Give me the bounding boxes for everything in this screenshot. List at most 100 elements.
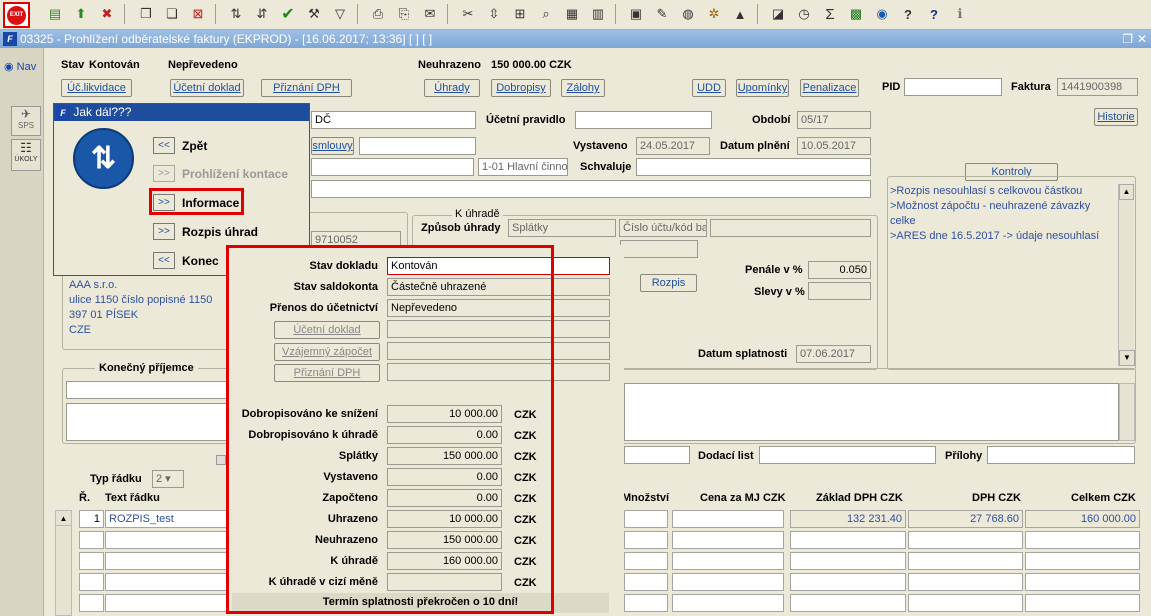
cell-r[interactable] [79, 594, 104, 612]
cell-celkem[interactable]: 160 000.00 [1025, 510, 1140, 528]
calendar-icon[interactable]: ▣ [626, 4, 646, 24]
sort-desc-icon[interactable]: ⇵ [252, 4, 272, 24]
table-icon[interactable]: ▦ [562, 4, 582, 24]
cell-mnozstvi[interactable] [624, 573, 668, 591]
delete-icon[interactable]: ✖ [97, 4, 117, 24]
cell-celkem[interactable] [1025, 531, 1140, 549]
cell-r[interactable]: 1 [79, 510, 104, 528]
restore-icon[interactable]: ❐ [1122, 30, 1133, 48]
sort-asc-icon[interactable]: ⇅ [226, 4, 246, 24]
help-icon[interactable]: ? [898, 4, 918, 24]
faktura-field[interactable]: 1441900398 [1057, 78, 1138, 96]
wheel-icon[interactable]: ✲ [704, 4, 724, 24]
upominky-button[interactable]: Upomínky [736, 79, 789, 97]
scroll-up-icon[interactable]: ▲ [56, 511, 71, 526]
penalizace-button[interactable]: Penalizace [800, 79, 859, 97]
cell-r[interactable] [79, 552, 104, 570]
zpet-button[interactable]: << [153, 137, 175, 154]
obdobi-field[interactable]: 05/17 [797, 111, 871, 129]
variabilni-symbol-field[interactable] [620, 240, 698, 258]
poznamka-text-field[interactable] [624, 383, 1119, 441]
cell-cena[interactable] [672, 510, 784, 528]
smlouvy-field[interactable] [359, 137, 476, 155]
uhrady-button[interactable]: Úhrady [424, 79, 480, 97]
cell-r[interactable] [79, 531, 104, 549]
confirm-icon[interactable]: ✔ [278, 4, 298, 24]
rozpis-button[interactable]: Rozpis [640, 274, 697, 292]
cut-icon[interactable]: ✂ [458, 4, 478, 24]
search-icon[interactable]: ⌕ [536, 4, 556, 24]
uc-likvidace-button[interactable]: Úč.likvidace [61, 79, 132, 97]
ucetni-doklad-button[interactable]: Účetní doklad [170, 79, 244, 97]
cislo-uctu-field[interactable]: Číslo účtu/kód bar [619, 219, 707, 237]
cell-cena[interactable] [672, 573, 784, 591]
cell-zaklad[interactable] [790, 573, 906, 591]
zpusob-uhrady-field[interactable]: Splátky [508, 219, 616, 237]
print-preview-icon[interactable]: ⎘ [394, 4, 414, 24]
copy-icon[interactable]: ❐ [136, 4, 156, 24]
cell-mnozstvi[interactable] [624, 510, 668, 528]
dodaci-list-field[interactable] [759, 446, 936, 464]
cislo-uctu-value[interactable] [710, 219, 871, 237]
excel-icon[interactable]: ▩ [846, 4, 866, 24]
poznamka-scrollbar[interactable] [1119, 383, 1135, 441]
schvaluje-field[interactable] [636, 158, 871, 176]
konec-button[interactable]: << [153, 252, 175, 269]
splitter-handle[interactable] [216, 455, 226, 465]
columns-icon[interactable]: ▥ [588, 4, 608, 24]
cell-dph[interactable] [908, 552, 1023, 570]
cell-dph[interactable] [908, 531, 1023, 549]
chart-icon[interactable]: ▲ [730, 4, 750, 24]
add-row-icon[interactable]: ▤ [45, 4, 65, 24]
cell-r[interactable] [79, 573, 104, 591]
cell-dph[interactable] [908, 573, 1023, 591]
cancel-icon[interactable]: ⊠ [188, 4, 208, 24]
scroll-up-icon[interactable]: ▲ [1119, 184, 1134, 200]
cell-celkem[interactable] [1025, 552, 1140, 570]
info-icon[interactable]: ℹ [950, 4, 970, 24]
globe-icon[interactable]: ◍ [678, 4, 698, 24]
note-icon[interactable]: ✎ [652, 4, 672, 24]
close-icon[interactable]: ✕ [1137, 30, 1147, 48]
exit-button[interactable]: EXIT [3, 2, 30, 28]
kontroly-scrollbar[interactable]: ▲ ▼ [1118, 184, 1135, 366]
ucetni-pravidlo-field[interactable] [575, 111, 712, 129]
cell-mnozstvi[interactable] [624, 594, 668, 612]
prohlizeni-kontace-button[interactable]: >> [153, 165, 175, 182]
paste-icon[interactable]: ❏ [162, 4, 182, 24]
mail-icon[interactable]: ✉ [420, 4, 440, 24]
cell-zaklad[interactable]: 132 231.40 [790, 510, 906, 528]
dobropisy-button[interactable]: Dobropisy [491, 79, 551, 97]
datum-plneni-field[interactable]: 10.05.2017 [797, 137, 871, 155]
cell-zaklad[interactable] [790, 531, 906, 549]
dodaci-list-left-field[interactable] [624, 446, 690, 464]
udd-button[interactable]: UDD [692, 79, 726, 97]
cinnost-field[interactable]: 1-01 Hlavní činnos [478, 158, 568, 176]
context-help-icon[interactable]: ? [924, 4, 944, 24]
print-icon[interactable]: ⎙ [368, 4, 388, 24]
cell-celkem[interactable] [1025, 594, 1140, 612]
clock-icon[interactable]: ◷ [794, 4, 814, 24]
konecny-prijemce-field[interactable] [66, 381, 236, 399]
rozpis-uhrad-button[interactable]: >> [153, 223, 175, 240]
prilohy-field[interactable] [987, 446, 1135, 464]
cell-mnozstvi[interactable] [624, 552, 668, 570]
penale-field[interactable]: 0.050 [808, 261, 871, 279]
typ-radku-select[interactable]: 2 ▾ [152, 470, 184, 488]
wrench-icon[interactable]: ⚒ [304, 4, 324, 24]
move-icon[interactable]: ⇳ [484, 4, 504, 24]
zalohy-button[interactable]: Zálohy [561, 79, 605, 97]
cell-mnozstvi[interactable] [624, 531, 668, 549]
scroll-down-icon[interactable]: ▼ [1119, 350, 1135, 366]
filter-icon[interactable]: ▽ [330, 4, 350, 24]
tree-icon[interactable]: ⊞ [510, 4, 530, 24]
nav-toggle[interactable]: ◉ Nav [4, 60, 36, 73]
historie-button[interactable]: Historie [1094, 108, 1138, 126]
add-icon[interactable]: ⬆ [71, 4, 91, 24]
dc-field[interactable]: DČ [311, 111, 476, 129]
cell-dph[interactable]: 27 768.60 [908, 510, 1023, 528]
cell-cena[interactable] [672, 594, 784, 612]
informace-button[interactable]: >> [153, 194, 175, 211]
cell-zaklad[interactable] [790, 594, 906, 612]
smlouvy-button[interactable]: smlouvy [311, 137, 354, 155]
